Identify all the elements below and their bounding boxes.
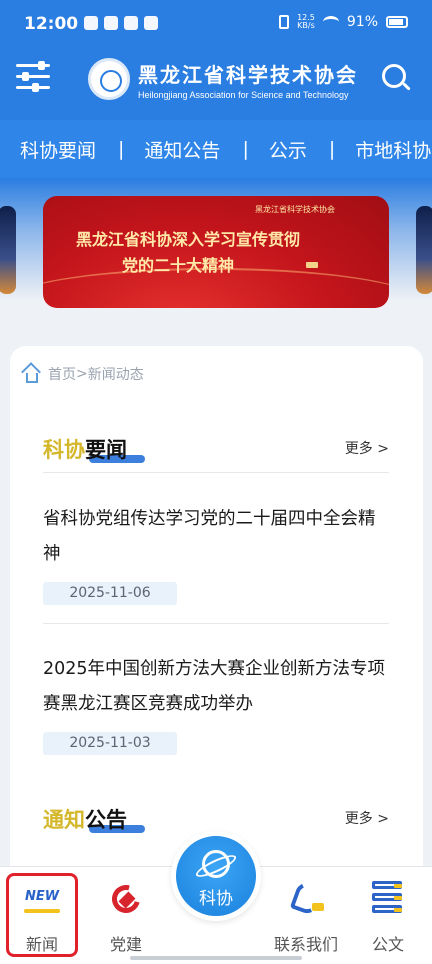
nav-item-publicity[interactable]: 公示 [249, 136, 307, 163]
status-bar: 12:00 12.5 KB/s 91% [0, 0, 432, 50]
mail-icon [104, 16, 118, 30]
banner-title-line2: 党的二十大精神 [121, 256, 234, 275]
home-icon[interactable] [21, 362, 42, 383]
news-icon: NEW [22, 879, 62, 919]
tab-label: 联系我们 [273, 935, 338, 954]
breadcrumb-separator: > [76, 366, 88, 382]
slider-knob-icon [32, 83, 39, 92]
more-link[interactable]: 更多 > [345, 808, 389, 828]
status-notification-icons [84, 16, 158, 30]
tab-label: 党建 [109, 935, 142, 954]
battery-percent: 91% [346, 14, 378, 30]
news-title[interactable]: 2025年中国创新方法大赛企业创新方法专项赛黑龙江赛区竞赛成功举办 [43, 652, 389, 722]
search-icon-handle [402, 82, 411, 91]
document-stack-icon [368, 879, 408, 919]
center-association-button[interactable]: 科协 [171, 831, 261, 921]
phone-icon [286, 879, 326, 919]
banner-prev-slide[interactable] [0, 206, 16, 294]
video-icon [124, 16, 138, 30]
nav-separator: | [328, 138, 336, 160]
category-nav: 科协要闻 | 通知公告 | 公示 | 市地科协 [0, 120, 432, 178]
news-title[interactable]: 省科协党组传达学习党的二十届四中全会精神 [43, 502, 389, 572]
nav-item-news[interactable]: 科协要闻 [0, 136, 96, 163]
tab-contact-us[interactable]: 联系我们 [266, 867, 346, 964]
more-link[interactable]: 更多 > [345, 438, 389, 458]
banner-sub-label: 黑龙江省科学技术协会 [255, 205, 335, 214]
status-time: 12:00 [24, 14, 79, 34]
nav-item-city-associations[interactable]: 市地科协 [335, 136, 431, 163]
breadcrumb: 首页 > 新闻动态 [21, 362, 144, 384]
section-title: 通知公告 [43, 804, 127, 834]
search-button[interactable] [380, 62, 412, 94]
org-name: 黑龙江省科学技术协会 Heilongjiang Association for … [138, 59, 358, 100]
org-name-en: Heilongjiang Association for Science and… [138, 89, 349, 100]
battery-icon [386, 16, 408, 28]
section-title-highlight: 科协 [43, 438, 85, 462]
new-badge-stripe [24, 909, 60, 913]
tab-news[interactable]: NEW 新闻 [6, 867, 78, 964]
section-divider [43, 472, 389, 473]
center-button-label: 科协 [199, 889, 233, 909]
app-page: 12:00 12.5 KB/s 91% 黑龙江省科学技术协会 Heilongji… [0, 0, 432, 964]
slider-knob-icon [22, 72, 29, 81]
news-divider [43, 623, 389, 624]
home-indicator[interactable] [130, 956, 302, 960]
nav-item-notices[interactable]: 通知公告 [124, 136, 220, 163]
section-title-highlight: 通知 [43, 808, 85, 832]
breadcrumb-home[interactable]: 首页 [48, 364, 76, 384]
tab-party-building[interactable]: 党建 [90, 867, 162, 964]
breadcrumb-current: 新闻动态 [87, 367, 144, 383]
app-notification-icon [84, 16, 98, 30]
party-emblem-icon [106, 879, 146, 919]
org-emblem-icon [88, 58, 130, 100]
banner-slide[interactable]: 黑龙江省科学技术协会 黑龙江省科协深入学习宣传贯彻 党的二十大精神 [43, 196, 389, 308]
network-speed-unit: KB/s [297, 21, 315, 30]
tab-documents[interactable]: 公文 [352, 867, 424, 964]
wifi-icon [322, 16, 339, 28]
app-header: 黑龙江省科学技术协会 Heilongjiang Association for … [0, 50, 432, 120]
org-logo: 黑龙江省科学技术协会 Heilongjiang Association for … [88, 58, 358, 100]
org-name-cn: 黑龙江省科学技术协会 [138, 62, 358, 87]
nav-separator: | [118, 138, 125, 160]
banner-tag-icon [306, 262, 318, 268]
news-date: 2025-11-06 [43, 582, 177, 605]
tab-label: 公文 [371, 935, 404, 954]
tab-label: 新闻 [25, 935, 58, 954]
banner-next-slide[interactable] [416, 206, 432, 294]
bottom-tab-bar: NEW 新闻 党建 科协 联系我们 公文 [0, 831, 432, 964]
slider-knob-icon [38, 61, 45, 70]
news-list-item[interactable]: 2025年中国创新方法大赛企业创新方法专项赛黑龙江赛区竞赛成功举办 2025-1… [43, 652, 389, 755]
news-list-item[interactable]: 省科协党组传达学习党的二十届四中全会精神 2025-11-06 [43, 502, 389, 605]
menu-settings-button[interactable] [16, 60, 52, 94]
network-speed: 12.5 KB/s [297, 14, 315, 30]
section-title-rest: 公告 [85, 808, 127, 832]
section-header-news: 科协要闻 更多 > [43, 434, 389, 464]
banner-title-line1: 黑龙江省科协深入学习宣传贯彻 [75, 230, 300, 249]
section-header-notices: 通知公告 更多 > [43, 804, 389, 834]
status-system-icons: 12.5 KB/s 91% [279, 14, 408, 30]
wechat-icon [144, 16, 158, 30]
nav-separator: | [242, 138, 249, 160]
vibrate-icon [279, 15, 290, 29]
new-badge-icon: NEW [24, 889, 60, 904]
news-date: 2025-11-03 [43, 732, 177, 755]
section-title: 科协要闻 [43, 434, 127, 464]
section-title-rest: 要闻 [85, 438, 127, 462]
